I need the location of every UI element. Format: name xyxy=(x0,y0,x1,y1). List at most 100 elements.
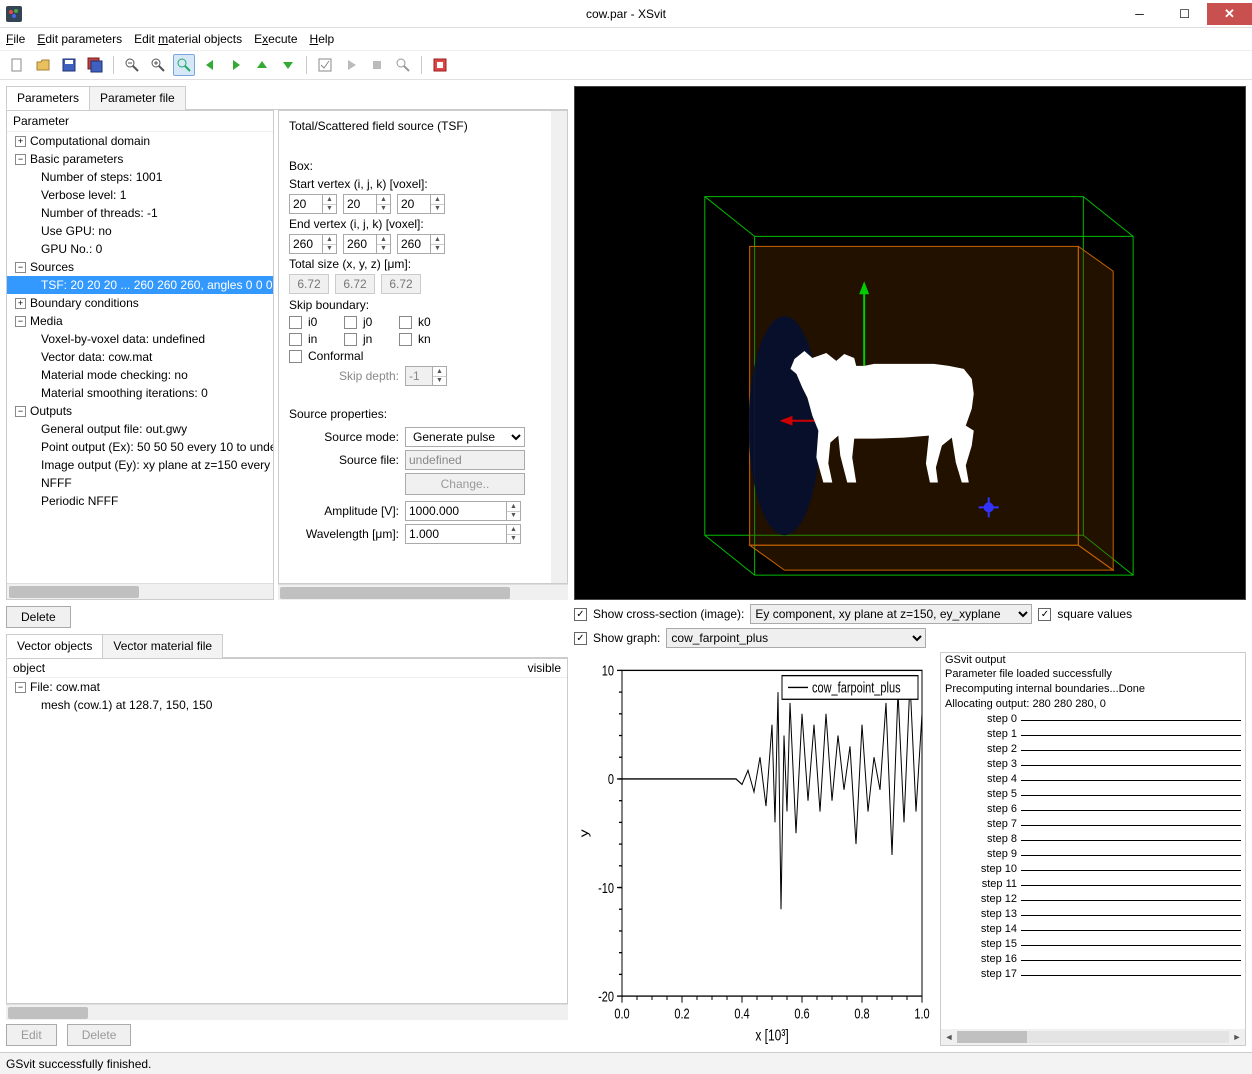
menu-help[interactable]: Help xyxy=(310,32,335,46)
source-file-label: Source file: xyxy=(289,453,399,467)
tree-gpuno[interactable]: GPU No.: 0 xyxy=(7,240,273,258)
sv-j[interactable] xyxy=(343,194,377,214)
ev-k[interactable] xyxy=(397,234,431,254)
cb-k0[interactable] xyxy=(399,316,412,329)
tab-parameter-file[interactable]: Parameter file xyxy=(89,86,186,110)
edit-button[interactable]: Edit xyxy=(6,1024,57,1046)
tree-vecdata[interactable]: Vector data: cow.mat xyxy=(7,348,273,366)
zoom-in-icon[interactable] xyxy=(147,54,169,76)
zoom-out-icon[interactable] xyxy=(121,54,143,76)
tree-matcheck[interactable]: Material mode checking: no xyxy=(7,366,273,384)
tree-tsf[interactable]: TSF: 20 20 20 ... 260 260 260, angles 0 … xyxy=(7,276,273,294)
graph-select[interactable]: cow_farpoint_plus xyxy=(666,628,926,648)
output-list: Parameter file loaded successfullyPrecom… xyxy=(941,667,1245,1029)
play-icon[interactable] xyxy=(340,54,362,76)
svg-text:0.4: 0.4 xyxy=(734,1005,749,1022)
nav-up-icon[interactable] xyxy=(251,54,273,76)
tab-vector-material[interactable]: Vector material file xyxy=(102,634,223,658)
tree-gpu[interactable]: Use GPU: no xyxy=(7,222,273,240)
tree-media[interactable]: Media xyxy=(30,314,63,328)
detail-vscroll[interactable] xyxy=(551,111,567,583)
cb-square[interactable]: ✓ xyxy=(1038,608,1051,621)
titlebar: cow.par - XSvit ─ ☐ ✕ xyxy=(0,0,1252,28)
tree-voxel[interactable]: Voxel-by-voxel data: undefined xyxy=(7,330,273,348)
amplitude-label: Amplitude [V]: xyxy=(289,504,399,518)
svg-text:cow_farpoint_plus: cow_farpoint_plus xyxy=(812,679,901,696)
close-button[interactable]: ✕ xyxy=(1207,3,1252,25)
stop-icon[interactable] xyxy=(366,54,388,76)
tree-imageout[interactable]: Image output (Ey): xy plane at z=150 eve… xyxy=(7,456,273,474)
ev-i[interactable] xyxy=(289,234,323,254)
change-button[interactable]: Change.. xyxy=(405,473,525,495)
zoom-fit-icon[interactable] xyxy=(173,54,195,76)
svg-text:-10: -10 xyxy=(598,879,614,896)
maximize-button[interactable]: ☐ xyxy=(1162,3,1207,25)
source-mode-select[interactable]: Generate pulse xyxy=(405,427,525,447)
svg-text:0.0: 0.0 xyxy=(614,1005,629,1022)
tree-genout[interactable]: General output file: out.gwy xyxy=(7,420,273,438)
nav-left-icon[interactable] xyxy=(199,54,221,76)
svg-text:y: y xyxy=(577,829,591,837)
open-icon[interactable] xyxy=(32,54,54,76)
check-icon[interactable] xyxy=(314,54,336,76)
tree-steps[interactable]: Number of steps: 1001 xyxy=(7,168,273,186)
new-icon[interactable] xyxy=(6,54,28,76)
ev-j[interactable] xyxy=(343,234,377,254)
wavelength-field[interactable] xyxy=(405,524,507,544)
cb-show-graph[interactable]: ✓ xyxy=(574,632,587,645)
cb-cross-section[interactable]: ✓ xyxy=(574,608,587,621)
vec-file[interactable]: File: cow.mat xyxy=(30,680,100,694)
cross-section-select[interactable]: Ey component, xy plane at z=150, ey_xypl… xyxy=(750,604,1032,624)
tree-basic[interactable]: Basic parameters xyxy=(30,152,123,166)
vec-hscroll[interactable] xyxy=(6,1004,568,1020)
cb-conformal[interactable] xyxy=(289,350,302,363)
cb-jn[interactable] xyxy=(344,333,357,346)
cb-in[interactable] xyxy=(289,333,302,346)
cb-i0[interactable] xyxy=(289,316,302,329)
tree-threads[interactable]: Number of threads: -1 xyxy=(7,204,273,222)
sv-k[interactable] xyxy=(397,194,431,214)
minimize-button[interactable]: ─ xyxy=(1117,3,1162,25)
tree-periodic[interactable]: Periodic NFFF xyxy=(7,492,273,510)
tree-nfff[interactable]: NFFF xyxy=(7,474,273,492)
graph-area: -20-100100.00.20.40.60.81.0x [10³]ycow_f… xyxy=(574,652,934,1046)
menu-execute[interactable]: Execute xyxy=(254,32,297,46)
skip-depth xyxy=(405,366,433,386)
tree-pointout[interactable]: Point output (Ex): 50 50 50 every 10 to … xyxy=(7,438,273,456)
tree-verbose[interactable]: Verbose level: 1 xyxy=(7,186,273,204)
tree-sources[interactable]: Sources xyxy=(30,260,74,274)
save-all-icon[interactable] xyxy=(84,54,106,76)
tree-comp-domain[interactable]: Computational domain xyxy=(30,134,150,148)
gwyddion-icon[interactable] xyxy=(429,54,451,76)
ts-x: 6.72 xyxy=(289,274,329,294)
detail-hscroll[interactable] xyxy=(278,584,568,600)
vec-col-object: object xyxy=(13,661,45,675)
tree-matsmooth[interactable]: Material smoothing iterations: 0 xyxy=(7,384,273,402)
tree-hscroll[interactable] xyxy=(7,583,273,599)
nav-right-icon[interactable] xyxy=(225,54,247,76)
wavelength-label: Wavelength [μm]: xyxy=(289,527,399,541)
detail-panel: Total/Scattered field source (TSF) Box: … xyxy=(278,110,568,584)
save-icon[interactable] xyxy=(58,54,80,76)
tab-vector-objects[interactable]: Vector objects xyxy=(6,634,103,658)
delete-button[interactable]: Delete xyxy=(6,606,71,628)
cb-kn[interactable] xyxy=(399,333,412,346)
3d-viewport[interactable] xyxy=(574,86,1246,600)
tree-boundary[interactable]: Boundary conditions xyxy=(30,296,139,310)
tree-outputs[interactable]: Outputs xyxy=(30,404,72,418)
inspect-icon[interactable] xyxy=(392,54,414,76)
menu-edit-material[interactable]: Edit material objects xyxy=(134,32,242,46)
vec-mesh[interactable]: mesh (cow.1) at 128.7, 150, 150 xyxy=(7,696,567,714)
output-hscroll[interactable]: ◄► xyxy=(941,1029,1245,1045)
menu-edit-parameters[interactable]: Edit parameters xyxy=(37,32,122,46)
output-title: GSvit output xyxy=(941,653,1245,667)
skip-boundary-label: Skip boundary: xyxy=(289,298,557,312)
cb-j0[interactable] xyxy=(344,316,357,329)
sv-i[interactable] xyxy=(289,194,323,214)
amplitude-field[interactable] xyxy=(405,501,507,521)
menu-file[interactable]: File xyxy=(6,32,25,46)
delete-vec-button[interactable]: Delete xyxy=(67,1024,132,1046)
tab-parameters[interactable]: Parameters xyxy=(6,86,90,110)
nav-down-icon[interactable] xyxy=(277,54,299,76)
parameter-tree[interactable]: +Computational domain −Basic parameters … xyxy=(7,132,273,583)
